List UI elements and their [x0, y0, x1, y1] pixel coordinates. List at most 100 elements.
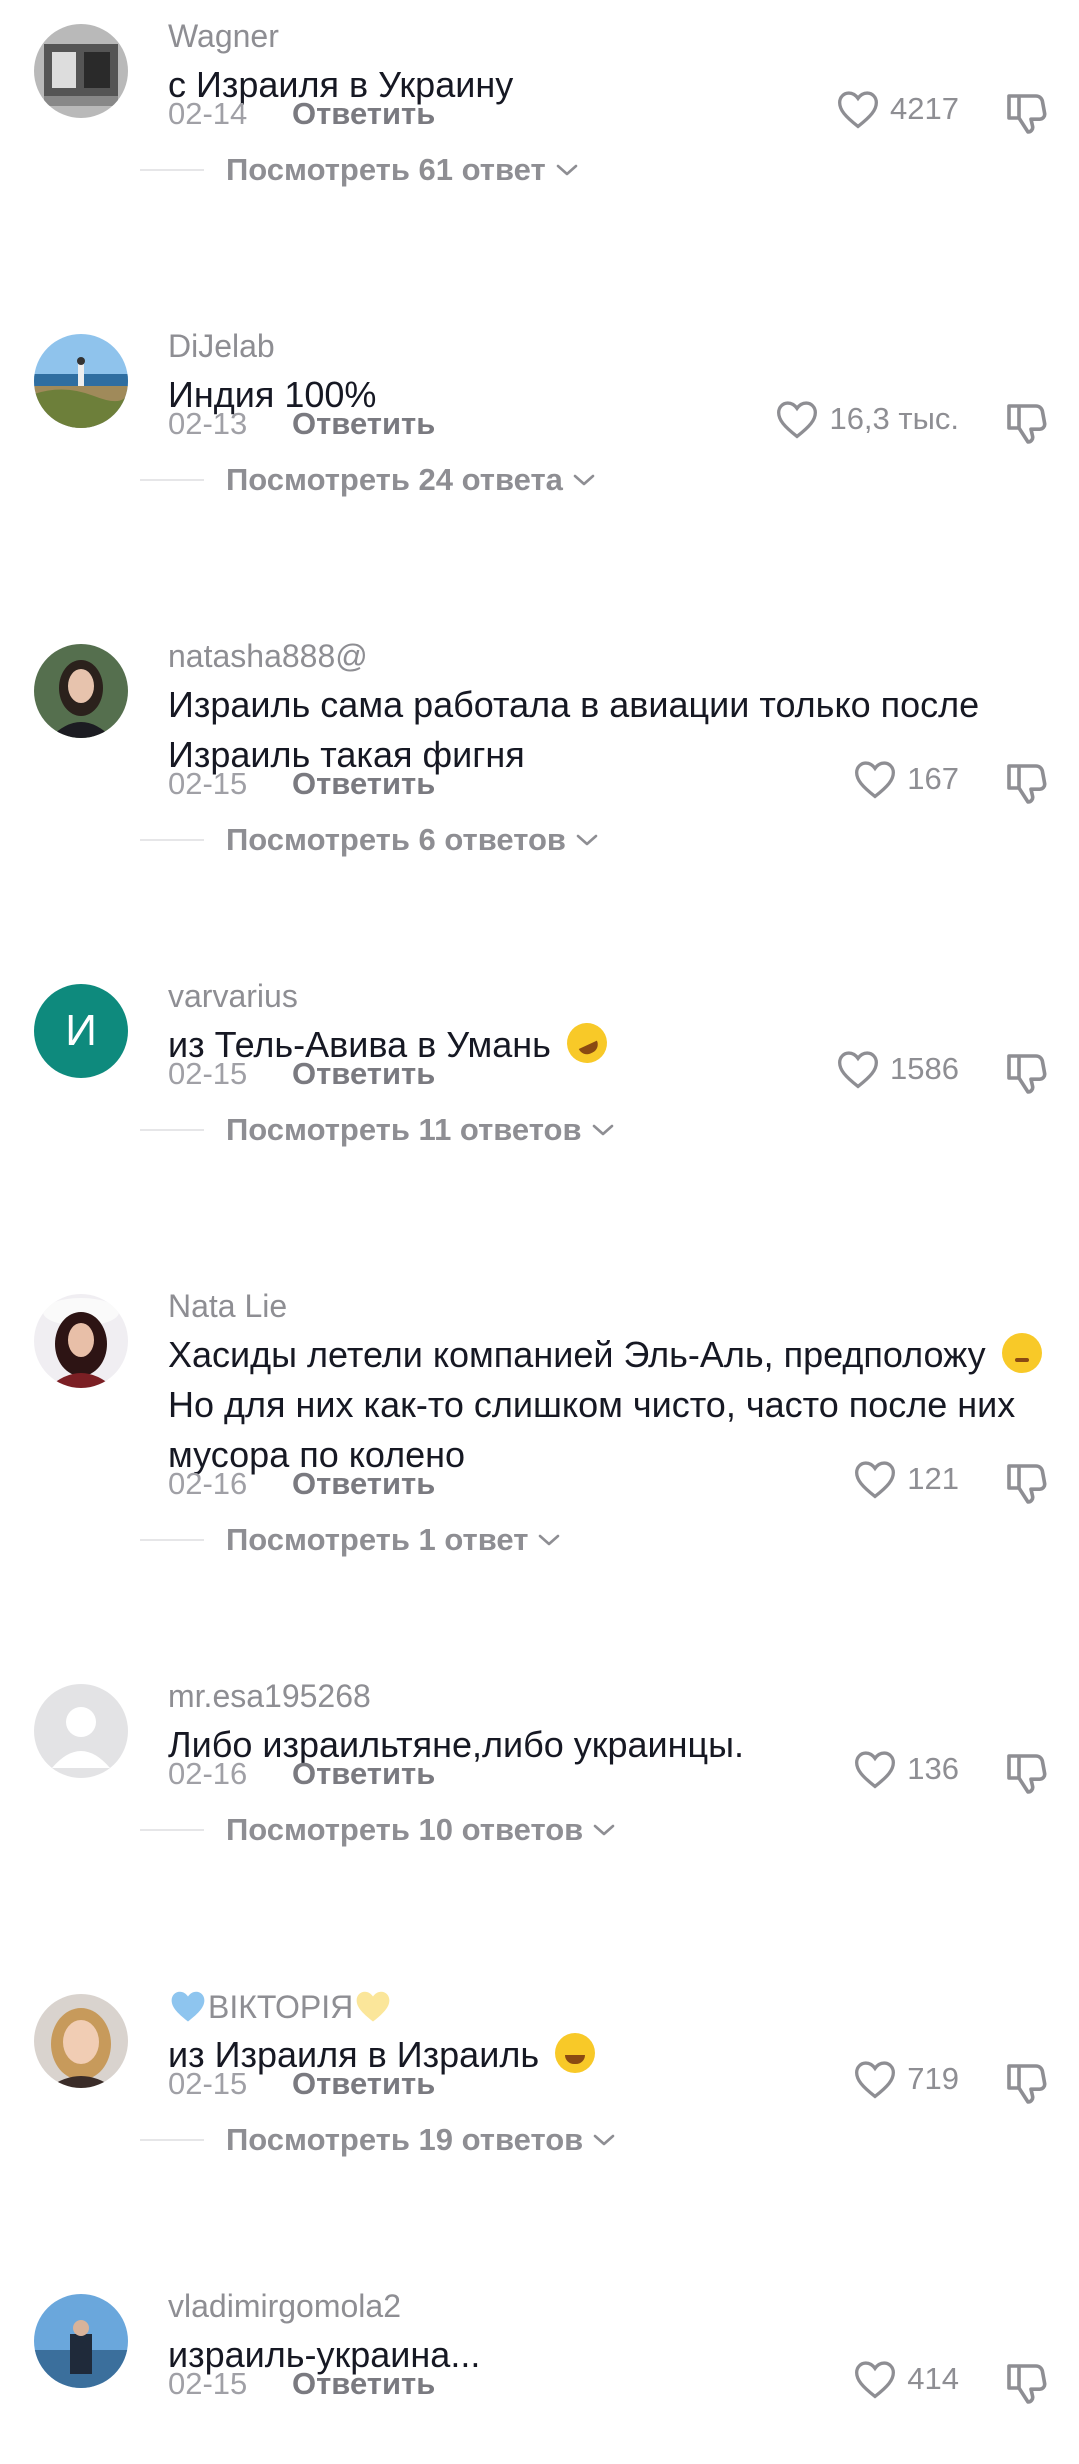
heart-icon [838, 1051, 879, 1089]
dislike-button[interactable] [1003, 758, 1051, 806]
heart-icon [777, 401, 818, 439]
comment-meta: 02-14 Ответить [168, 96, 435, 132]
view-replies-label: Посмотреть 10 ответов [226, 1812, 584, 1847]
view-replies-button[interactable]: Посмотреть 11 ответов [140, 1112, 616, 1148]
view-replies-label: Посмотреть 61 ответ [226, 152, 546, 187]
divider [140, 169, 204, 171]
avatar[interactable] [34, 334, 128, 428]
comment-meta: 02-16 Ответить [168, 1756, 435, 1792]
rofl-emoji-icon [560, 1016, 614, 1070]
divider [140, 2139, 204, 2141]
dislike-button[interactable] [1003, 398, 1051, 446]
like-button[interactable]: 4217 [836, 88, 959, 130]
sweat-smile-emoji-icon [555, 2033, 596, 2073]
comment-username[interactable]: DiJelab [168, 328, 275, 365]
view-replies-button[interactable]: Посмотреть 24 ответа [140, 462, 597, 498]
dislike-button[interactable] [1003, 1748, 1051, 1796]
like-button[interactable]: 121 [853, 1458, 959, 1500]
divider [140, 479, 204, 481]
comment-username[interactable]: ВIКТОРIЯ [168, 1988, 393, 2026]
reply-button[interactable]: Ответить [292, 1756, 435, 1792]
comment-meta: 02-16 Ответить [168, 1466, 435, 1502]
thumbs-down-icon [1007, 94, 1047, 134]
view-replies-label: Посмотреть 6 ответов [226, 822, 566, 857]
thumbs-down-icon [1007, 404, 1047, 444]
divider [140, 1129, 204, 1131]
thumbs-down-icon [1007, 764, 1047, 804]
divider [140, 1539, 204, 1541]
comment-meta: 02-15 Ответить [168, 2066, 435, 2102]
comment-username[interactable]: Nata Lie [168, 1288, 287, 1325]
avatar[interactable] [34, 1684, 128, 1778]
like-button[interactable]: 719 [853, 2058, 959, 2100]
comment-username[interactable]: varvarius [168, 978, 298, 1015]
thumbs-down-icon [1007, 2064, 1047, 2104]
comment-meta: 02-15 Ответить [168, 766, 435, 802]
comment-username[interactable]: natasha888@ [168, 638, 368, 675]
heart-icon [855, 1461, 896, 1499]
view-replies-button[interactable]: Посмотреть 61 ответ [140, 152, 580, 188]
avatar[interactable] [34, 24, 128, 118]
avatar[interactable] [34, 2294, 128, 2388]
like-count: 136 [907, 1751, 959, 1786]
avatar[interactable] [34, 644, 128, 738]
reply-button[interactable]: Ответить [292, 2366, 435, 2402]
like-button[interactable]: 414 [853, 2358, 959, 2400]
reply-button[interactable]: Ответить [292, 96, 435, 132]
comment-date: 02-16 [168, 1466, 248, 1501]
dislike-button[interactable] [1003, 1458, 1051, 1506]
comment-username[interactable]: Wagner [168, 18, 279, 55]
comment-date: 02-15 [168, 2366, 248, 2401]
comment-date: 02-15 [168, 2066, 248, 2101]
like-button[interactable]: 16,3 тыс. [775, 398, 959, 440]
comment-text-content: Хасиды летели компанией Эль-Аль, предпол… [168, 1334, 986, 1375]
chevron-down-icon [556, 164, 577, 176]
thumbs-down-icon [1007, 1464, 1047, 1504]
comment-meta: 02-13 Ответить [168, 406, 435, 442]
comment-username-text: ВIКТОРIЯ [208, 1989, 354, 2025]
like-count: 121 [907, 1461, 959, 1496]
dislike-button[interactable] [1003, 88, 1051, 136]
reply-button[interactable]: Ответить [292, 1056, 435, 1092]
heart-icon [855, 1751, 896, 1789]
comment-meta: 02-15 Ответить [168, 2366, 435, 2402]
chevron-down-icon [539, 1534, 560, 1546]
comment-date: 02-15 [168, 766, 248, 801]
dislike-button[interactable] [1003, 2058, 1051, 2106]
heart-icon [855, 2061, 896, 2099]
chevron-down-icon [576, 834, 598, 846]
dislike-button[interactable] [1003, 2358, 1051, 2406]
view-replies-button[interactable]: Посмотреть 1 ответ [140, 1522, 562, 1558]
chevron-down-icon [573, 474, 595, 486]
view-replies-label: Посмотреть 24 ответа [226, 462, 563, 497]
dislike-button[interactable] [1003, 1048, 1051, 1096]
comment-username[interactable]: mr.esa195268 [168, 1678, 371, 1715]
like-button[interactable]: 1586 [836, 1048, 959, 1090]
avatar[interactable] [34, 1994, 128, 2088]
reply-button[interactable]: Ответить [292, 2066, 435, 2102]
view-replies-label: Посмотреть 11 ответов [226, 1112, 582, 1147]
comment-date: 02-13 [168, 406, 248, 441]
reply-button[interactable]: Ответить [292, 766, 435, 802]
avatar[interactable]: И [34, 984, 128, 1078]
heart-icon [838, 91, 879, 129]
comment-meta: 02-15 Ответить [168, 1056, 435, 1092]
avatar[interactable] [34, 1294, 128, 1388]
view-replies-button[interactable]: Посмотреть 10 ответов [140, 1812, 617, 1848]
divider [140, 839, 204, 841]
yellow-heart-icon [356, 1991, 390, 2022]
chevron-down-icon [592, 1124, 613, 1136]
thumbs-down-icon [1007, 1754, 1047, 1794]
like-button[interactable]: 136 [853, 1748, 959, 1790]
like-button[interactable]: 167 [853, 758, 959, 800]
reply-button[interactable]: Ответить [292, 406, 435, 442]
chevron-down-icon [593, 2134, 615, 2146]
like-count: 719 [907, 2061, 959, 2096]
view-replies-button[interactable]: Посмотреть 6 ответов [140, 822, 600, 858]
view-replies-label: Посмотреть 1 ответ [226, 1522, 529, 1557]
reply-button[interactable]: Ответить [292, 1466, 435, 1502]
like-count: 414 [907, 2361, 959, 2396]
view-replies-button[interactable]: Посмотреть 19 ответов [140, 2122, 617, 2158]
comment-username[interactable]: vladimirgomola2 [168, 2288, 401, 2325]
thinking-emoji-icon [1001, 1333, 1042, 1373]
